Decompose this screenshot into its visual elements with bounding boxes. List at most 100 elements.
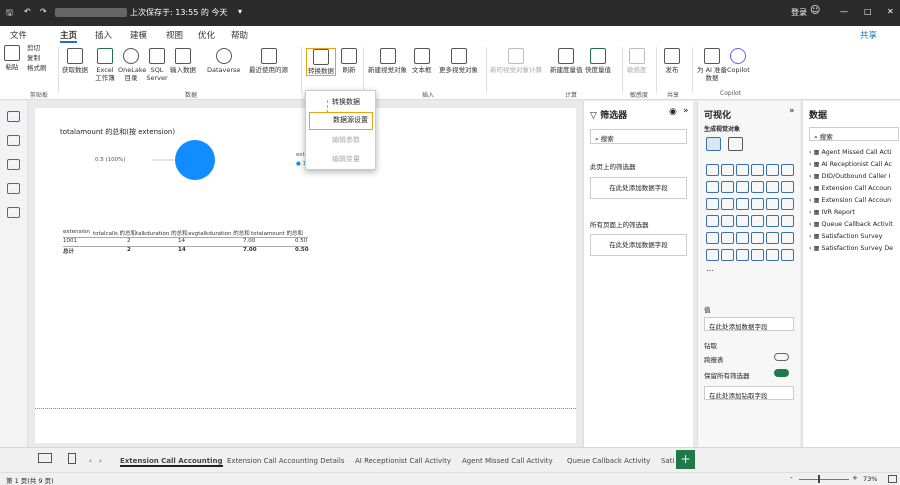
recent-sources-button[interactable]: 最近使用的源 — [249, 48, 288, 74]
visual-type-icon[interactable] — [766, 249, 779, 261]
dax-view-icon[interactable] — [7, 183, 20, 194]
transform-data-button[interactable]: 转换数据 — [306, 48, 336, 76]
tab-insert[interactable]: 插入 — [95, 29, 112, 41]
visual-type-icon[interactable] — [721, 249, 734, 261]
more-visuals-icon[interactable]: ⋯ — [706, 266, 714, 275]
data-table-item[interactable]: › ▦ DID/Outbound Caller I — [809, 173, 900, 180]
report-view-icon[interactable] — [7, 111, 20, 122]
table-view-icon[interactable] — [7, 135, 20, 146]
quick-measure-button[interactable]: 快度量值 — [585, 48, 611, 74]
visual-type-icon[interactable] — [751, 164, 764, 176]
visual-type-icon[interactable] — [781, 249, 794, 261]
menu-item-edit-variables[interactable]: 编辑变量 — [306, 150, 375, 168]
filters-search[interactable]: ⌕ 搜索 — [590, 129, 687, 144]
undo-icon[interactable]: ↶ — [24, 7, 31, 16]
excel-button[interactable]: Excel 工作簿 — [94, 48, 116, 82]
zoom-in-button[interactable]: + — [852, 474, 858, 482]
desktop-layout-icon[interactable] — [38, 453, 52, 463]
visual-type-icon[interactable] — [721, 232, 734, 244]
zoom-slider[interactable] — [799, 479, 849, 480]
tab-extension-call-accounting[interactable]: Extension Call Accounting — [120, 457, 223, 467]
visual-type-icon[interactable] — [706, 164, 719, 176]
cross-report-toggle[interactable] — [774, 353, 789, 361]
visual-type-icon[interactable] — [766, 181, 779, 193]
prev-page-icon[interactable]: ‹ — [89, 457, 92, 465]
onelake-button[interactable]: OneLake 目录 — [118, 48, 146, 82]
page-filter-dropzone[interactable]: 在此处添加数据字段 — [590, 177, 687, 199]
fit-page-icon[interactable] — [888, 475, 897, 483]
minimize-button[interactable]: — — [840, 7, 848, 16]
tab-view[interactable]: 视图 — [166, 29, 183, 41]
visual-type-icon[interactable] — [781, 215, 794, 227]
enter-data-button[interactable]: 输入数据 — [170, 48, 196, 74]
add-page-button[interactable]: + — [676, 450, 695, 469]
more-visuals-button[interactable]: 更多视觉对象 — [439, 48, 478, 74]
get-data-button[interactable]: 获取数据 — [62, 48, 88, 74]
visual-type-icon[interactable] — [751, 249, 764, 261]
cut-button[interactable]: 剪切 — [27, 44, 40, 52]
signin-button[interactable]: 登录 — [791, 7, 807, 18]
menu-item-edit-parameters[interactable]: 编辑参数 — [306, 131, 375, 149]
next-page-icon[interactable]: › — [99, 457, 102, 465]
tab-optimize[interactable]: 优化 — [198, 29, 215, 41]
zoom-out-button[interactable]: - — [790, 474, 793, 482]
visual-type-icon[interactable] — [781, 232, 794, 244]
visual-type-icon[interactable] — [721, 215, 734, 227]
visual-type-icon[interactable] — [706, 198, 719, 210]
model-view-icon[interactable] — [7, 159, 20, 170]
collapse-icon[interactable]: » — [683, 106, 689, 116]
collapse-icon[interactable]: » — [789, 106, 795, 116]
publish-button[interactable]: 发布 — [664, 48, 680, 74]
visual-type-icon[interactable] — [751, 215, 764, 227]
visual-type-icon[interactable] — [781, 164, 794, 176]
visual-type-icon[interactable] — [781, 198, 794, 210]
tab-modeling[interactable]: 建模 — [130, 29, 147, 41]
visual-type-icon[interactable] — [736, 181, 749, 193]
refresh-button[interactable]: 刷新 — [341, 48, 357, 74]
visual-type-icon[interactable] — [706, 232, 719, 244]
visual-type-icon[interactable] — [751, 181, 764, 193]
visual-type-icon[interactable] — [766, 215, 779, 227]
close-button[interactable]: ✕ — [887, 7, 894, 16]
eye-icon[interactable]: ◉ — [669, 107, 677, 117]
data-table-item[interactable]: › ▦ Satisfaction Survey — [809, 233, 900, 240]
values-dropzone[interactable]: 在此处添加数据字段 — [704, 317, 794, 331]
data-table-item[interactable]: › ▦ IVR Report — [809, 209, 900, 216]
visual-type-icon[interactable] — [751, 198, 764, 210]
data-table-item[interactable]: › ▦ Extension Call Accoun — [809, 197, 900, 204]
visual-type-icon[interactable] — [736, 198, 749, 210]
tab-help[interactable]: 帮助 — [231, 29, 248, 41]
visual-type-icon[interactable] — [736, 249, 749, 261]
sensitivity-button[interactable]: 敏感度 — [627, 48, 647, 74]
visual-type-icon[interactable] — [781, 181, 794, 193]
mobile-layout-icon[interactable] — [68, 453, 76, 464]
copilot-button[interactable]: Copilot — [727, 48, 750, 74]
new-visual-button[interactable]: 新建视觉对象 — [368, 48, 407, 74]
visual-type-icon[interactable] — [706, 249, 719, 261]
visual-type-icon[interactable] — [706, 215, 719, 227]
visual-type-icon[interactable] — [721, 164, 734, 176]
tab-ai-receptionist[interactable]: AI Receptionist Call Activity — [355, 457, 451, 465]
data-table-item[interactable]: › ▦ Extension Call Accoun — [809, 185, 900, 192]
visual-type-icon[interactable] — [766, 164, 779, 176]
format-visual-icon[interactable] — [728, 137, 743, 151]
menu-item-data-source-settings[interactable]: 数据源设置 — [309, 112, 373, 130]
textbox-button[interactable]: 文本框 — [412, 48, 432, 74]
data-table-item[interactable]: › ▦ Satisfaction Survey De — [809, 245, 900, 252]
account-icon[interactable]: ☺ — [810, 5, 820, 16]
new-measure-button[interactable]: 新建度量值 — [550, 48, 583, 74]
tmdl-view-icon[interactable] — [7, 207, 20, 218]
paste-button[interactable]: 粘贴 — [4, 45, 20, 71]
visual-type-icon[interactable] — [721, 198, 734, 210]
visual-type-icon[interactable] — [751, 232, 764, 244]
share-button[interactable]: 共享 — [860, 29, 877, 41]
data-table-item[interactable]: › ▦ AI Receptionist Call Ac — [809, 161, 900, 168]
redo-icon[interactable]: ↷ — [40, 7, 47, 16]
dataverse-button[interactable]: Dataverse — [207, 48, 240, 74]
data-table[interactable]: extension totalcalls 的总和 talkduration 的总… — [63, 229, 309, 255]
format-painter-button[interactable]: 格式刷 — [27, 64, 47, 72]
build-visual-icon[interactable] — [706, 137, 721, 151]
tab-queue-callback[interactable]: Queue Callback Activity — [567, 457, 650, 465]
chevron-down-icon[interactable]: ▾ — [238, 7, 242, 16]
save-icon[interactable]: 🖫 — [6, 7, 13, 21]
